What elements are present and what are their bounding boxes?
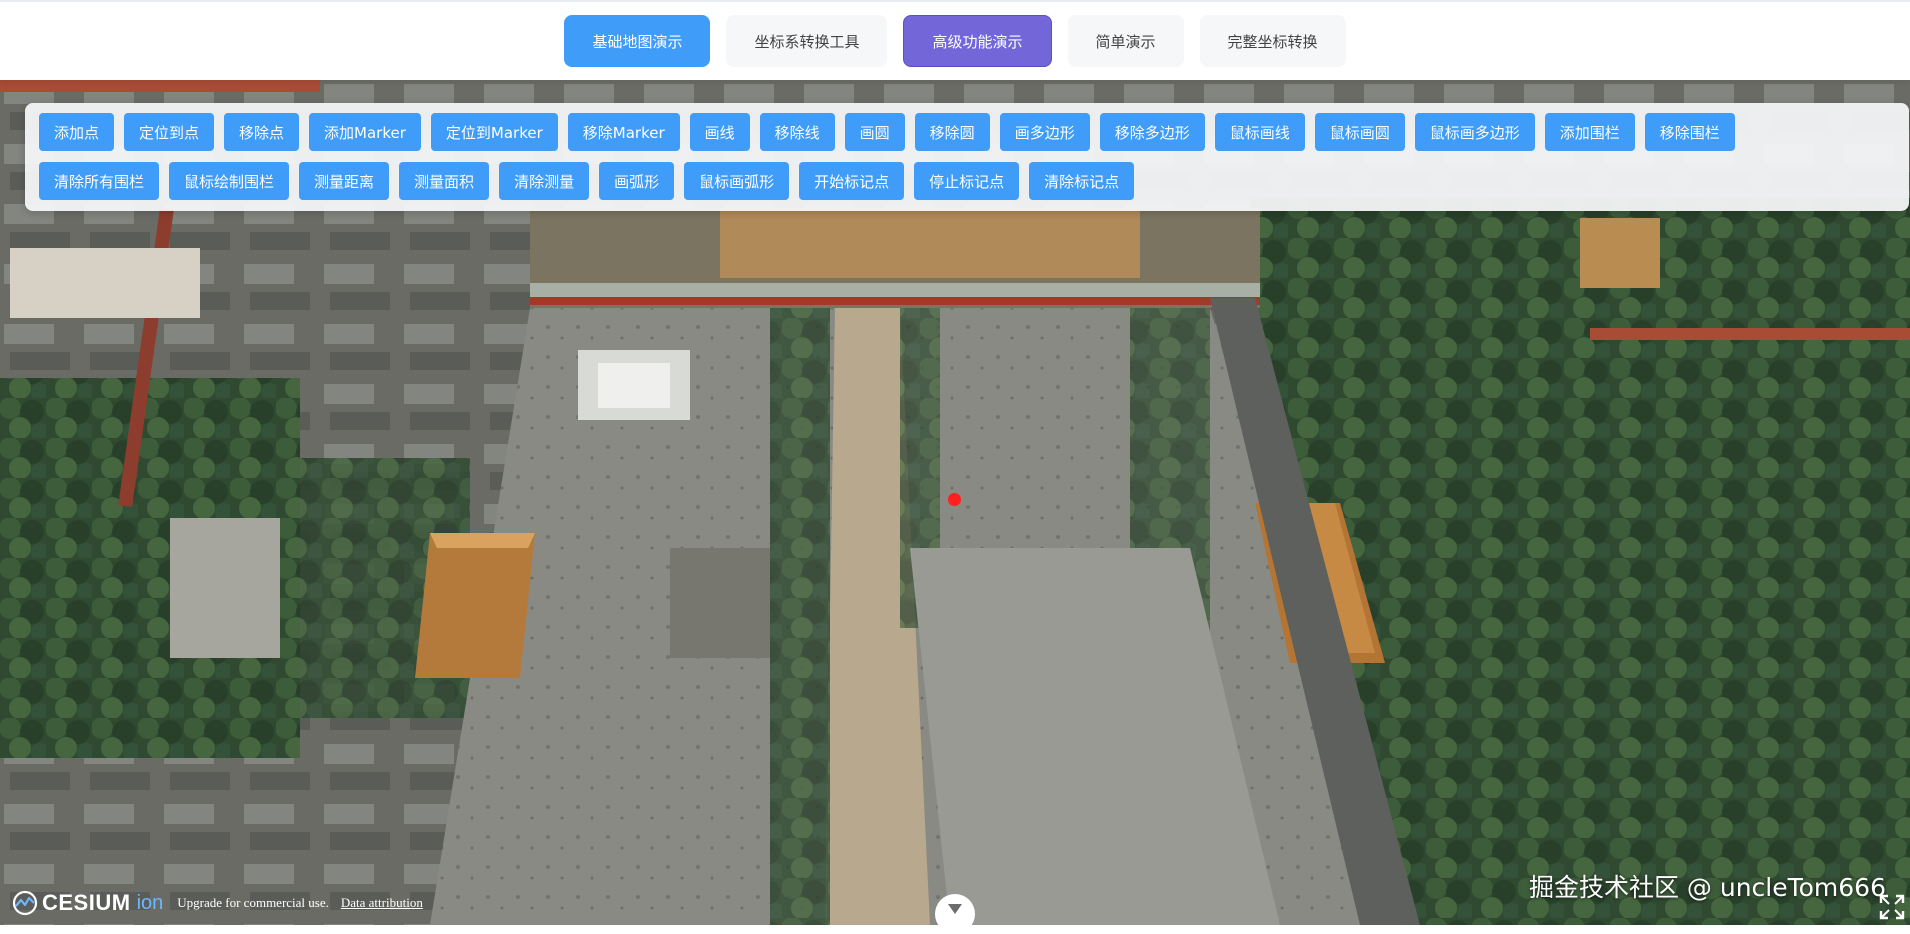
start-marking-button[interactable]: 开始标记点 <box>799 162 905 200</box>
mouse-draw-polygon-button[interactable]: 鼠标画多边形 <box>1414 113 1535 151</box>
data-attribution-link[interactable]: Data attribution <box>341 895 423 911</box>
map-tools-panel: 添加点 定位到点 移除点 添加Marker 定位到Marker 移除Marker… <box>25 103 1909 211</box>
mouse-draw-arc-button[interactable]: 鼠标画弧形 <box>684 162 790 200</box>
upgrade-notice: Upgrade for commercial use. <box>177 895 329 910</box>
draw-arc-button[interactable]: 画弧形 <box>599 162 675 200</box>
mouse-draw-circle-button[interactable]: 鼠标画圆 <box>1314 113 1405 151</box>
add-fence-button[interactable]: 添加围栏 <box>1544 113 1635 151</box>
clear-all-fences-button[interactable]: 清除所有围栏 <box>39 162 160 200</box>
remove-point-button[interactable]: 移除点 <box>224 113 300 151</box>
cesium-logo-text: CESIUM <box>42 890 131 915</box>
map-point-marker[interactable] <box>948 493 961 506</box>
mouse-draw-fence-button[interactable]: 鼠标绘制围栏 <box>169 162 290 200</box>
expand-toggle-button[interactable] <box>935 894 975 934</box>
cesium-ion-logo[interactable]: CESIUM ion <box>12 890 163 916</box>
remove-marker-button[interactable]: 移除Marker <box>567 113 680 151</box>
watermark: 掘金技术社区 @ uncleTom666 <box>1528 873 1886 902</box>
mouse-draw-line-button[interactable]: 鼠标画线 <box>1214 113 1305 151</box>
tab-full-coordinate-conversion[interactable]: 完整坐标转换 <box>1199 15 1346 67</box>
tab-simple-demo[interactable]: 简单演示 <box>1067 15 1184 67</box>
top-nav: 基础地图演示 坐标系转换工具 高级功能演示 简单演示 完整坐标转换 <box>0 0 1910 80</box>
clear-marks-button[interactable]: 清除标记点 <box>1029 162 1135 200</box>
tab-coordinate-converter[interactable]: 坐标系转换工具 <box>726 15 888 67</box>
remove-fence-button[interactable]: 移除围栏 <box>1644 113 1735 151</box>
add-marker-button[interactable]: 添加Marker <box>309 113 421 151</box>
fullscreen-button[interactable] <box>1878 893 1906 921</box>
measure-distance-button[interactable]: 测量距离 <box>299 162 390 200</box>
clear-measure-button[interactable]: 清除测量 <box>499 162 590 200</box>
tools-row-1: 添加点 定位到点 移除点 添加Marker 定位到Marker 移除Marker… <box>39 113 1735 151</box>
tools-row-2: 清除所有围栏 鼠标绘制围栏 测量距离 测量面积 清除测量 画弧形 鼠标画弧形 开… <box>39 162 1135 200</box>
chevron-down-icon <box>948 904 962 914</box>
stop-marking-button[interactable]: 停止标记点 <box>914 162 1020 200</box>
locate-point-button[interactable]: 定位到点 <box>124 113 215 151</box>
remove-line-button[interactable]: 移除线 <box>759 113 835 151</box>
remove-polygon-button[interactable]: 移除多边形 <box>1099 113 1205 151</box>
fullscreen-icon <box>1879 894 1905 920</box>
ion-logo-text: ion <box>136 891 164 914</box>
measure-area-button[interactable]: 测量面积 <box>399 162 490 200</box>
add-point-button[interactable]: 添加点 <box>39 113 115 151</box>
remove-circle-button[interactable]: 移除圆 <box>914 113 990 151</box>
locate-marker-button[interactable]: 定位到Marker <box>430 113 558 151</box>
tab-advanced-features[interactable]: 高级功能演示 <box>903 15 1052 67</box>
cesium-credits: CESIUM ion Upgrade for commercial use. D… <box>12 888 423 918</box>
draw-polygon-button[interactable]: 画多边形 <box>999 113 1090 151</box>
tab-basic-map-demo[interactable]: 基础地图演示 <box>564 15 711 67</box>
draw-circle-button[interactable]: 画圆 <box>844 113 905 151</box>
cesium-globe-icon <box>12 890 38 916</box>
draw-line-button[interactable]: 画线 <box>689 113 750 151</box>
